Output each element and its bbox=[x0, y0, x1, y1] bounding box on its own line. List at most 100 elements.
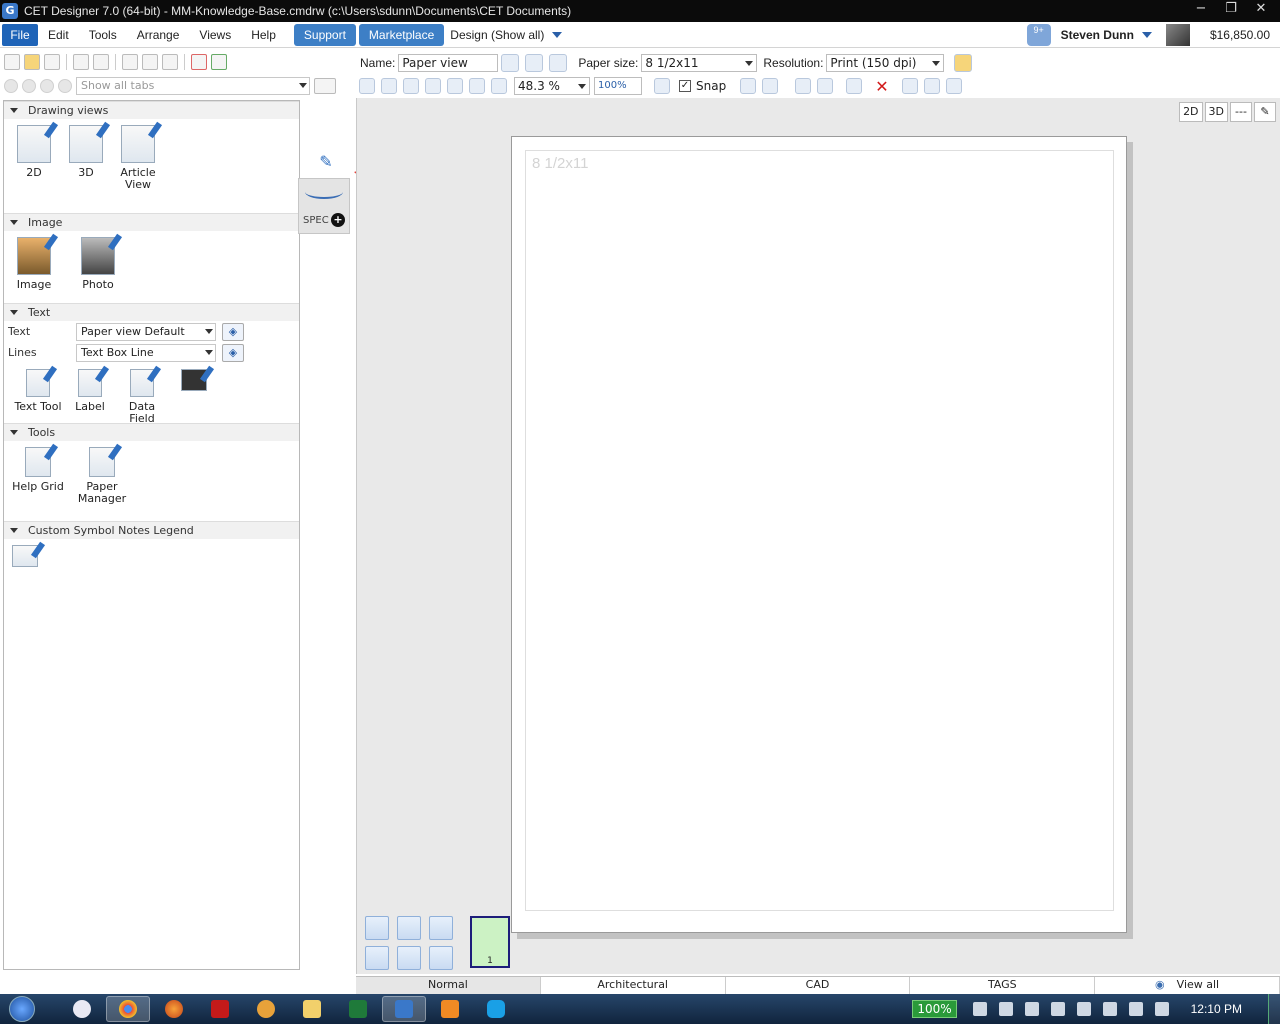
tool-symbol-legend[interactable] bbox=[10, 545, 40, 579]
name-input[interactable]: Paper view bbox=[398, 54, 499, 72]
copy-icon[interactable] bbox=[142, 54, 158, 70]
minimize-button[interactable]: − bbox=[1186, 0, 1216, 20]
nav-up-icon[interactable] bbox=[40, 79, 54, 93]
line-style-edit-icon[interactable]: ◈ bbox=[222, 343, 244, 362]
start-button[interactable] bbox=[0, 994, 44, 1024]
tool-3d-view[interactable]: 3D bbox=[60, 125, 112, 213]
text-style-select[interactable]: Paper view Default bbox=[76, 322, 216, 341]
zoom-in-icon[interactable] bbox=[425, 78, 441, 94]
show-desktop-button[interactable] bbox=[1268, 994, 1280, 1024]
paper-sheet[interactable]: 8 1/2x11 bbox=[511, 136, 1127, 933]
menu-arrange[interactable]: Arrange bbox=[127, 24, 190, 46]
section-image[interactable]: Image bbox=[4, 213, 299, 231]
nav-home-icon[interactable] bbox=[58, 79, 72, 93]
device-icon[interactable] bbox=[1076, 1002, 1091, 1016]
zoom-extents-icon[interactable] bbox=[491, 78, 507, 94]
taskbar-cet-designer[interactable] bbox=[382, 996, 426, 1022]
taskbar-chrome[interactable] bbox=[106, 996, 150, 1022]
close-button[interactable]: ✕ bbox=[1246, 0, 1276, 20]
menu-tools[interactable]: Tools bbox=[79, 24, 127, 46]
measure-dashed-icon[interactable] bbox=[923, 78, 940, 94]
battery-indicator[interactable]: 100% bbox=[912, 1000, 957, 1018]
add-page-icon[interactable] bbox=[365, 916, 389, 940]
taskbar-blogger[interactable] bbox=[428, 996, 472, 1022]
transform-icon[interactable] bbox=[846, 78, 863, 94]
clock[interactable]: 12:10 PM bbox=[1191, 1002, 1242, 1016]
taskbar-app-orange[interactable] bbox=[244, 996, 288, 1022]
section-tools[interactable]: Tools bbox=[4, 423, 299, 441]
edit-pencil-icon[interactable]: ✎ bbox=[1254, 102, 1276, 122]
paper-canvas[interactable]: 2D 3D --- ✎ 8 1/2x11 1 bbox=[356, 98, 1280, 974]
zoom-window-icon[interactable] bbox=[469, 78, 485, 94]
tray-expand-icon[interactable] bbox=[998, 1002, 1013, 1016]
view-3d-button[interactable]: 3D bbox=[1204, 102, 1228, 122]
avatar[interactable] bbox=[1165, 24, 1190, 46]
snap-grid-icon[interactable] bbox=[762, 78, 779, 94]
distribute-icon[interactable] bbox=[381, 78, 397, 94]
taskbar-excel[interactable] bbox=[336, 996, 380, 1022]
tray-app-icon[interactable] bbox=[1050, 1002, 1065, 1016]
tool-image[interactable]: Image bbox=[8, 237, 60, 303]
snap-settings-icon[interactable] bbox=[740, 78, 757, 94]
taskbar-acrobat[interactable] bbox=[198, 996, 242, 1022]
zoom-out-icon[interactable] bbox=[447, 78, 463, 94]
menu-views[interactable]: Views bbox=[189, 24, 241, 46]
user-menu-chevron-icon[interactable] bbox=[1141, 32, 1152, 38]
page-thumbnail[interactable]: 1 bbox=[470, 916, 510, 968]
delete-page-icon[interactable] bbox=[397, 946, 421, 970]
google-drive-icon[interactable] bbox=[1154, 1002, 1169, 1016]
tool-photo[interactable]: Photo bbox=[72, 237, 124, 303]
pan-hand-icon[interactable] bbox=[654, 78, 670, 94]
tab-view-all[interactable]: ◉ View all bbox=[1095, 977, 1280, 994]
new-file-icon[interactable] bbox=[4, 54, 20, 70]
user-name[interactable]: Steven Dunn bbox=[1061, 28, 1134, 42]
camera-icon[interactable] bbox=[549, 54, 568, 72]
save-icon[interactable] bbox=[44, 54, 60, 70]
taskbar-itunes[interactable] bbox=[60, 996, 104, 1022]
snap-checkbox[interactable]: ✓ bbox=[679, 80, 691, 92]
sync-icon[interactable] bbox=[972, 1002, 987, 1016]
section-text[interactable]: Text bbox=[4, 303, 299, 321]
tab-normal[interactable]: Normal bbox=[356, 977, 541, 994]
taskbar-skype[interactable] bbox=[474, 996, 518, 1022]
dropbox-icon[interactable] bbox=[1024, 1002, 1039, 1016]
select-lasso-icon[interactable] bbox=[817, 78, 834, 94]
delete-icon[interactable]: ✕ bbox=[875, 77, 888, 96]
print-preview-icon[interactable] bbox=[73, 54, 89, 70]
maximize-button[interactable]: ❐ bbox=[1216, 0, 1246, 20]
tab-tags[interactable]: TAGS bbox=[910, 977, 1096, 994]
refresh-page-icon[interactable] bbox=[429, 916, 453, 940]
save-page-icon[interactable] bbox=[429, 946, 453, 970]
align-icon[interactable] bbox=[359, 78, 375, 94]
zoom-select[interactable]: 48.3 % bbox=[514, 77, 590, 95]
view-2d-button[interactable]: 2D bbox=[1179, 102, 1203, 122]
taskbar-explorer[interactable] bbox=[290, 996, 334, 1022]
tool-data-field[interactable]: Data Field bbox=[116, 369, 168, 425]
insert-page-icon[interactable] bbox=[365, 946, 389, 970]
open-folder-icon[interactable] bbox=[24, 54, 40, 70]
nav-forward-icon[interactable] bbox=[22, 79, 36, 93]
tool-typewriter[interactable] bbox=[168, 369, 220, 423]
ruler-icon[interactable] bbox=[945, 78, 962, 94]
tool-help-grid[interactable]: Help Grid bbox=[12, 447, 64, 521]
view-paper-button[interactable]: --- bbox=[1230, 102, 1252, 122]
tool-label-tool[interactable]: Label bbox=[64, 369, 116, 423]
volume-icon[interactable] bbox=[1128, 1002, 1143, 1016]
tab-filter-select[interactable]: Show all tabs bbox=[76, 77, 310, 95]
section-custom-symbol-legend[interactable]: Custom Symbol Notes Legend bbox=[4, 521, 299, 539]
paste-icon[interactable] bbox=[162, 54, 178, 70]
tool-article-view[interactable]: Article View bbox=[112, 125, 164, 213]
lock-icon[interactable] bbox=[501, 54, 520, 72]
taskbar-firefox[interactable] bbox=[152, 996, 196, 1022]
open-page-icon[interactable] bbox=[397, 916, 421, 940]
paper-size-select[interactable]: 8 1/2x11 bbox=[641, 54, 758, 72]
support-button[interactable]: Support bbox=[293, 23, 356, 46]
menu-help[interactable]: Help bbox=[241, 24, 286, 46]
resolution-select[interactable]: Print (150 dpi) bbox=[826, 54, 945, 72]
tab-options-icon[interactable] bbox=[314, 78, 336, 94]
menu-file[interactable]: File bbox=[2, 23, 38, 46]
tool-paper-manager[interactable]: Paper Manager bbox=[76, 447, 128, 521]
spec-side-tab[interactable]: SPEC + bbox=[298, 178, 350, 234]
tab-architectural[interactable]: Architectural bbox=[541, 977, 726, 994]
cut-icon[interactable] bbox=[122, 54, 138, 70]
